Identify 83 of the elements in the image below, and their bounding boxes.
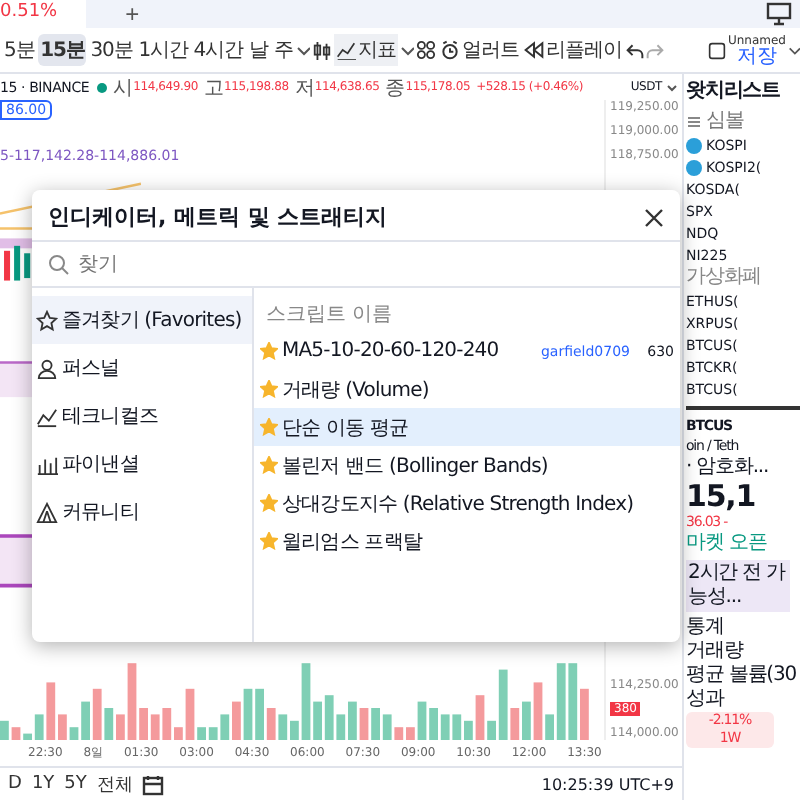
- calendar-icon[interactable]: [142, 773, 165, 795]
- chart-line-icon: [36, 405, 58, 427]
- chart-line-icon: [336, 40, 357, 60]
- market-status: 마켓 오픈: [686, 532, 767, 556]
- star-icon[interactable]: [260, 418, 278, 436]
- category-tab[interactable]: 즐겨찾기 (Favorites): [32, 296, 252, 344]
- indicators-button[interactable]: 지표: [334, 34, 398, 66]
- interval-tab[interactable]: 5분: [2, 34, 37, 66]
- script-row[interactable]: 상대강도지수 (Relative Strength Index): [254, 484, 680, 522]
- bar-chart-icon: [36, 453, 58, 475]
- star-icon[interactable]: [260, 494, 278, 512]
- detail-type: · 암호화...: [686, 456, 769, 480]
- detail-price: 15,1: [686, 480, 756, 512]
- monitor-icon[interactable]: [766, 2, 792, 26]
- script-name: 단순 이동 평균: [282, 415, 409, 441]
- interval-tab[interactable]: 주: [271, 34, 295, 66]
- star-icon[interactable]: [260, 342, 278, 360]
- caret-icon[interactable]: [788, 43, 800, 57]
- watchlist-title: 왓치리스트: [686, 78, 781, 106]
- tent-icon: [36, 501, 58, 523]
- status-dot-icon: [95, 81, 108, 93]
- interval-tab[interactable]: 1시간: [136, 34, 190, 66]
- save-status: 저장: [736, 47, 777, 67]
- range-button[interactable]: 5Y: [64, 774, 87, 794]
- script-row[interactable]: 거래량 (Volume): [254, 370, 680, 408]
- section-label: 가상화폐: [686, 266, 764, 290]
- person-icon: [36, 357, 58, 379]
- undo-icon[interactable]: [625, 41, 644, 59]
- grid-icon[interactable]: [415, 40, 436, 60]
- candle: [14, 245, 21, 281]
- stats-title: 통계: [686, 616, 724, 640]
- category-tab[interactable]: 파이낸셜: [32, 440, 252, 488]
- stats-label: 평균 볼륨(30: [686, 664, 797, 688]
- dialog-title: 인디케이터, 메트릭 및 스트래티지: [48, 202, 388, 232]
- alarm-clock-icon: [439, 40, 460, 60]
- tab-change-percent: 0.51%: [0, 0, 86, 28]
- star-icon[interactable]: [260, 380, 278, 398]
- add-tab-button[interactable]: +: [125, 2, 140, 26]
- script-name: 윌리엄스 프랙탈: [282, 529, 422, 555]
- list-icon: [686, 114, 702, 130]
- script-name: 볼린저 밴드 (Bollinger Bands): [282, 453, 548, 479]
- range-button[interactable]: D: [8, 774, 22, 794]
- interval-tab[interactable]: 30분: [88, 34, 135, 66]
- clock-time: 10:25:39 UTC+9: [541, 775, 674, 793]
- caret-icon[interactable]: [296, 43, 311, 57]
- caret-icon[interactable]: [666, 83, 678, 91]
- alert-button[interactable]: 얼러트: [437, 34, 521, 66]
- ohlc-label: 고: [203, 75, 224, 101]
- star-icon: [36, 309, 58, 331]
- rewind-icon: [524, 40, 545, 60]
- search-icon: [48, 253, 70, 275]
- script-name: 상대강도지수 (Relative Strength Index): [282, 491, 634, 517]
- range-button[interactable]: 1Y: [31, 774, 55, 794]
- category-tab[interactable]: 테크니컬즈: [32, 392, 252, 440]
- interval-tab[interactable]: 4시간: [191, 34, 245, 66]
- ohlc-label: 종: [385, 75, 406, 101]
- column-header: 스크립트 이름: [264, 302, 395, 330]
- script-name: MA5-10-20-60-120-240: [282, 340, 499, 362]
- search-field[interactable]: 찾기: [78, 253, 664, 275]
- candles-icon[interactable]: [312, 39, 333, 61]
- interval-tab[interactable]: 15분: [38, 34, 87, 66]
- checkbox-icon[interactable]: [707, 41, 726, 59]
- candle: [4, 250, 11, 281]
- star-icon[interactable]: [260, 532, 278, 550]
- close-icon[interactable]: [644, 207, 664, 227]
- column-header: 심볼: [706, 110, 744, 134]
- performance-title: 성과: [686, 688, 724, 712]
- script-name: 거래량 (Volume): [282, 377, 429, 403]
- script-row[interactable]: 윌리엄스 프랙탈: [254, 522, 680, 560]
- category-tab[interactable]: 퍼스널: [32, 344, 252, 392]
- range-button[interactable]: 전체: [96, 771, 133, 797]
- stats-label: 거래량: [686, 640, 743, 664]
- star-icon[interactable]: [260, 456, 278, 474]
- news-notice[interactable]: 2시간 전 가능성...: [686, 560, 790, 612]
- candle: [24, 253, 31, 279]
- script-row[interactable]: 단순 이동 평균: [254, 408, 680, 446]
- interval-tab[interactable]: 날: [246, 34, 270, 66]
- caret-icon[interactable]: [399, 43, 414, 57]
- script-row[interactable]: 볼린저 밴드 (Bollinger Bands): [254, 446, 680, 484]
- ohlc-label: 저: [294, 75, 315, 101]
- category-tab[interactable]: 커뮤니티: [32, 488, 252, 536]
- ohlc-label: 시: [113, 75, 134, 101]
- replay-button[interactable]: 리플레이: [522, 34, 624, 66]
